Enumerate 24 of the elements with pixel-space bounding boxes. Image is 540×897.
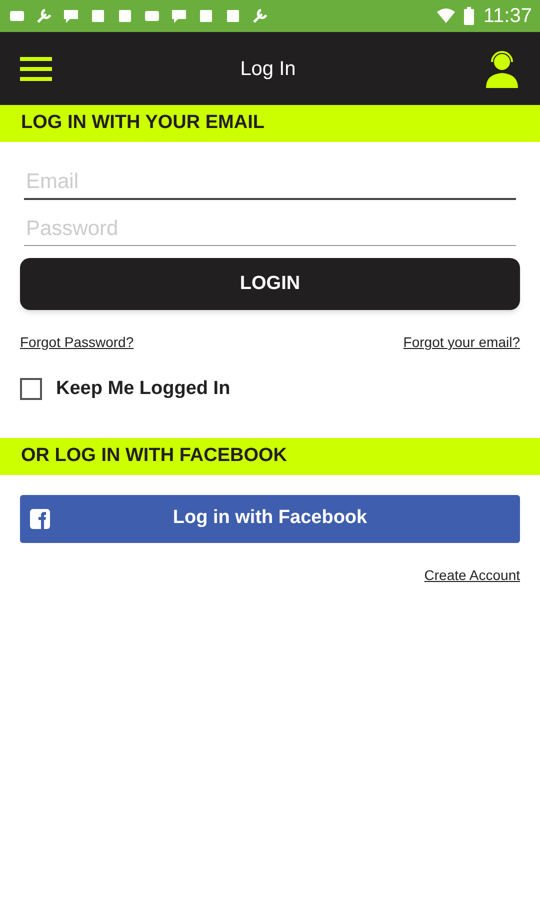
notification-icon (197, 7, 215, 25)
status-time: 11:37 (483, 4, 532, 29)
notification-icon (62, 7, 80, 25)
battery-icon (464, 7, 474, 25)
wifi-icon (437, 8, 456, 24)
notification-icon (35, 7, 53, 25)
section-heading: LOG IN WITH YOUR EMAIL (21, 111, 264, 136)
menu-icon[interactable] (20, 56, 52, 80)
notification-icon (224, 7, 242, 25)
notification-icon (116, 7, 134, 25)
notification-icon (89, 7, 107, 25)
support-agent-icon[interactable] (484, 50, 520, 88)
create-account-link[interactable]: Create Account (424, 564, 520, 586)
keep-logged-in-label: Keep Me Logged In (56, 377, 230, 401)
section-heading: OR LOG IN WITH FACEBOOK (21, 444, 287, 468)
forgot-password-link[interactable]: Forgot Password? (20, 332, 134, 353)
notification-icon (251, 7, 269, 25)
facebook-icon (30, 508, 50, 528)
keep-logged-in-checkbox[interactable] (20, 378, 42, 400)
facebook-login-button[interactable]: Log in with Facebook (20, 494, 520, 542)
header-title: Log In (240, 56, 296, 82)
login-button[interactable]: LOGIN (20, 258, 520, 310)
forgot-email-link[interactable]: Forgot your email? (403, 332, 520, 353)
notification-icon (170, 7, 188, 25)
